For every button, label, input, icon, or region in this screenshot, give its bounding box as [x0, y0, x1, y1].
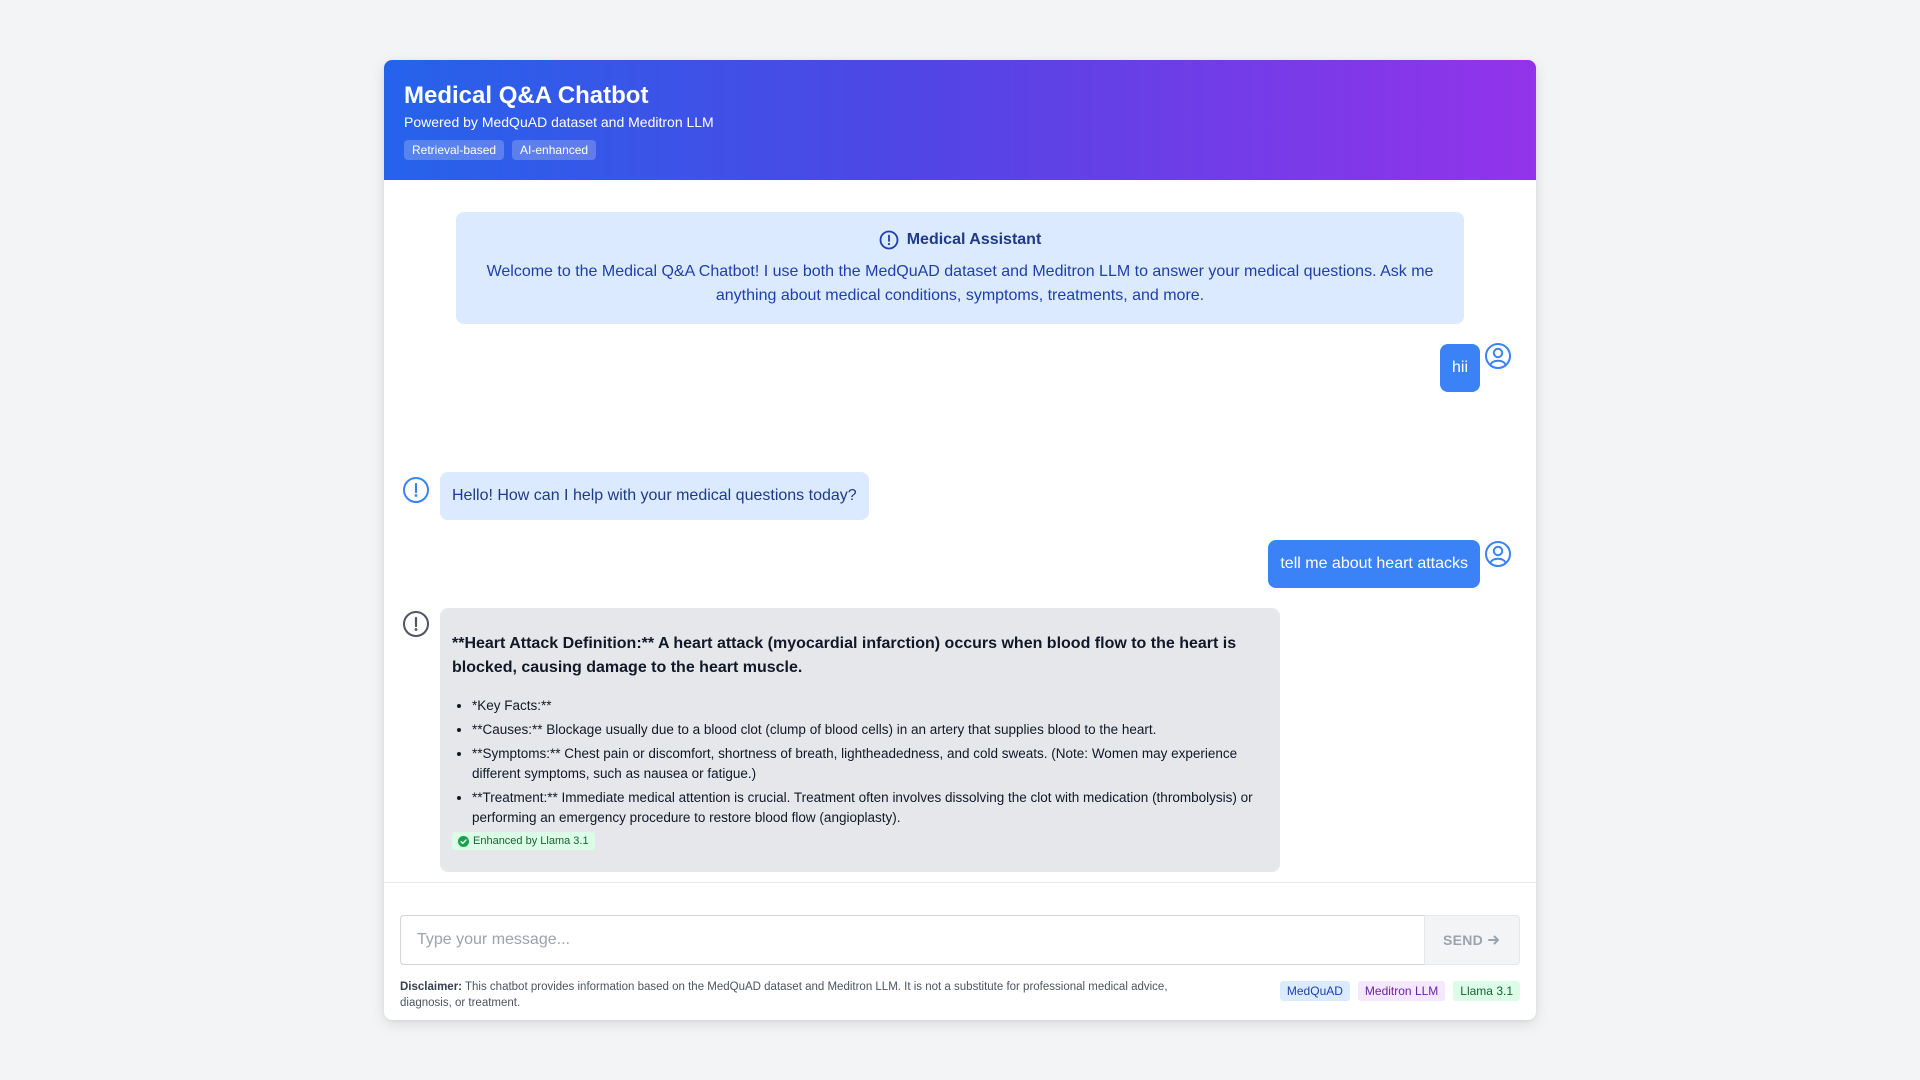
- send-label: SEND: [1442, 932, 1484, 948]
- bot-message: Hello! How can I help with your medical …: [440, 472, 869, 520]
- arrow-right-icon: [1488, 935, 1500, 945]
- user-message: hii: [1439, 344, 1480, 392]
- chat-messages[interactable]: Medical Assistant Welcome to the Medical…: [384, 180, 1536, 942]
- welcome-text: Welcome to the Medical Q&A Chatbot! I us…: [486, 263, 1434, 304]
- user-avatar-icon: [1484, 342, 1512, 370]
- bot-alert-icon: [402, 610, 430, 638]
- chat-footer: SEND Disclaimer: This chatbot provides i…: [384, 882, 1536, 1020]
- check-circle-icon: [458, 835, 469, 847]
- badge-ai-enhanced: AI-enhanced: [512, 140, 597, 160]
- user-avatar-icon: [1484, 540, 1512, 568]
- app-header: Medical Q&A Chatbot Powered by MedQuAD d…: [384, 60, 1536, 180]
- model-tags: MedQuAD Meditron LLM Llama 3.1: [1279, 981, 1520, 1001]
- app-title: Medical Q&A Chatbot: [404, 82, 649, 109]
- list-item: **Symptoms:** Chest pain or discomfort, …: [472, 744, 1268, 784]
- badge-retrieval: Retrieval-based: [404, 140, 505, 160]
- send-button[interactable]: SEND: [1424, 915, 1520, 965]
- welcome-card: Medical Assistant Welcome to the Medical…: [456, 212, 1464, 324]
- message-input-row: SEND: [400, 915, 1520, 965]
- info-icon: [879, 230, 899, 250]
- disclaimer-label: Disclaimer:: [400, 981, 463, 993]
- header-badges: Retrieval-based AI-enhanced: [404, 140, 1516, 160]
- user-message: tell me about heart attacks: [1268, 540, 1480, 588]
- disclaimer-text: This chatbot provides information based …: [400, 981, 1168, 1009]
- app-subtitle: Powered by MedQuAD dataset and Meditron …: [404, 114, 714, 130]
- list-item: **Causes:** Blockage usually due to a bl…: [472, 720, 1268, 740]
- answer-heading: **Heart Attack Definition:** A heart att…: [452, 635, 1237, 676]
- welcome-title-text: Medical Assistant: [906, 231, 1042, 248]
- tag-meditron: Meditron LLM: [1357, 981, 1446, 1001]
- tag-medquad: MedQuAD: [1279, 981, 1350, 1001]
- bot-alert-icon: [402, 476, 430, 504]
- enhanced-label: Enhanced by Llama 3.1: [473, 835, 589, 847]
- disclaimer: Disclaimer: This chatbot provides inform…: [400, 979, 1190, 1011]
- chat-app: Medical Q&A Chatbot Powered by MedQuAD d…: [384, 60, 1536, 1020]
- welcome-title: Medical Assistant: [480, 230, 1440, 250]
- list-item: **Treatment:** Immediate medical attenti…: [472, 788, 1268, 828]
- enhanced-badge: Enhanced by Llama 3.1: [452, 832, 595, 850]
- message-input[interactable]: [400, 915, 1424, 965]
- list-item: *Key Facts:**: [472, 696, 1268, 716]
- answer-bullet-list: *Key Facts:** **Causes:** Blockage usual…: [452, 696, 1268, 828]
- tag-llama: Llama 3.1: [1453, 981, 1520, 1001]
- bot-message-detailed: **Heart Attack Definition:** A heart att…: [440, 608, 1280, 872]
